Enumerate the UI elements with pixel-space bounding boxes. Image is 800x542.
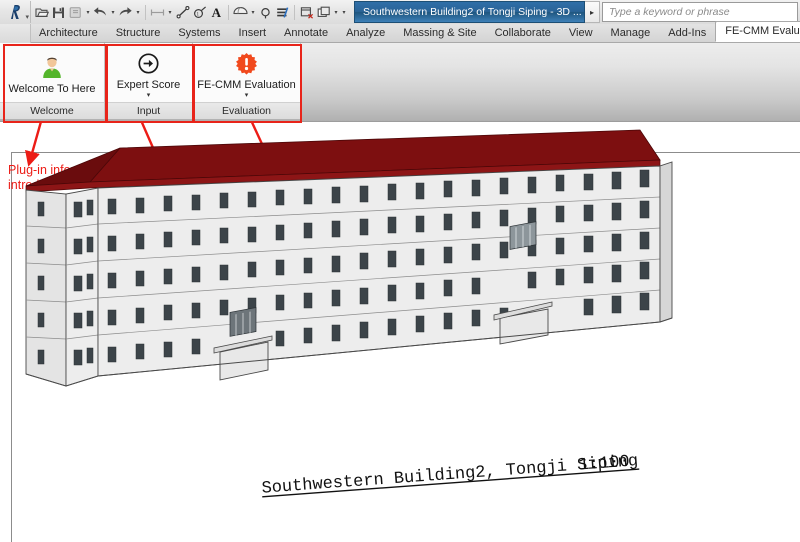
text-icon[interactable]: A [208,2,225,22]
switch-windows-dropdown-caret[interactable]: ▾ [332,2,340,22]
ribbon-panel-welcome-body: Welcome To Here [0,43,104,102]
qat-separator-1 [145,5,146,20]
ribbon-panel-title-evaluation: Evaluation [193,102,300,119]
undo-dropdown-caret[interactable]: ▾ [109,2,117,22]
ribbon-tab-bar: Architecture Structure Systems Insert An… [0,24,800,43]
save-icon[interactable] [50,2,67,22]
revit-application-window: ▾ ▾ ▾ ▾ [0,0,800,542]
aligned-dimension-icon[interactable] [174,2,191,22]
ribbon-panel-evaluation: FE-CMM Evaluation ▾ Evaluation [193,43,301,119]
west-facade [26,190,66,386]
tab-fe-cmm-evaluation[interactable]: FE-CMM Evaluation [715,21,800,42]
expert-score-button[interactable]: Expert Score ▾ [111,48,187,99]
measure-dropdown-caret[interactable]: ▾ [166,2,174,22]
drawing-canvas[interactable]: Plug-in information introduction Modifie… [0,122,800,542]
welcome-to-here-label: Welcome To Here [8,83,95,95]
southwestern-building2-3d-model[interactable]: Southwestern Building2, Tongji Siping 1:… [0,122,800,542]
undo-icon[interactable] [92,2,109,22]
qat-separator-2 [228,5,229,20]
section-icon[interactable] [257,2,274,22]
logo-dropdown-caret[interactable]: ▾ [25,14,29,21]
fe-cmm-evaluation-button[interactable]: FE-CMM Evaluation ▾ [191,48,301,99]
svg-text:A: A [212,6,222,19]
ribbon-panels: Welcome To Here Welcome [0,43,800,121]
tab-massing-and-site[interactable]: Massing & Site [394,24,485,42]
tab-annotate[interactable]: Annotate [275,24,337,42]
redo-icon[interactable] [117,2,134,22]
fe-cmm-evaluation-label: FE-CMM Evaluation [197,79,295,91]
fe-cmm-evaluation-dropdown-caret[interactable]: ▾ [245,92,249,99]
title-bar: ▾ ▾ ▾ ▾ [0,0,800,25]
qat-overflow-caret[interactable]: ▾ [340,2,348,22]
tab-add-ins[interactable]: Add-Ins [659,24,715,42]
measure-icon[interactable] [149,2,166,22]
expert-score-label: Expert Score [117,79,181,91]
arrow-in-circle-icon [137,50,160,76]
tag-icon[interactable]: 1 [191,2,208,22]
redo-dropdown-caret[interactable]: ▾ [134,2,142,22]
revit-logo[interactable]: ▾ [0,1,30,24]
default-3d-view-icon[interactable] [232,2,249,22]
tab-systems[interactable]: Systems [169,24,229,42]
quick-access-toolbar: ▾ ▾ ▾ ▾ 1 [30,1,350,23]
tab-collaborate[interactable]: Collaborate [486,24,560,42]
tab-architecture[interactable]: Architecture [30,24,107,42]
alert-starburst-icon [235,50,258,76]
welcome-to-here-button[interactable]: Welcome To Here [2,52,101,95]
ribbon-panel-input: Expert Score ▾ Input [105,43,193,119]
qat-separator-3 [294,5,295,20]
tab-analyze[interactable]: Analyze [337,24,394,42]
ribbon: Welcome To Here Welcome [0,43,800,122]
tab-view[interactable]: View [560,24,602,42]
ribbon-panel-evaluation-body: FE-CMM Evaluation ▾ [193,43,300,102]
ribbon-panel-title-welcome: Welcome [0,102,104,119]
tab-insert[interactable]: Insert [230,24,276,42]
thin-lines-icon[interactable] [274,2,291,22]
ribbon-panel-welcome: Welcome To Here Welcome [0,43,105,119]
user-avatar-icon [40,54,64,80]
save-as-icon[interactable] [67,2,84,22]
tab-manage[interactable]: Manage [602,24,660,42]
ribbon-panel-title-input: Input [105,102,192,119]
switch-windows-icon[interactable] [315,2,332,22]
tab-structure[interactable]: Structure [107,24,170,42]
view-title-group: Southwestern Building2, Tongji Siping 1:… [261,452,639,499]
close-hidden-windows-icon[interactable] [298,2,315,22]
south-facade [98,166,660,380]
document-next-button[interactable]: ▸ [585,1,600,23]
chamfer-facade [66,188,98,386]
open-icon[interactable] [33,2,50,22]
tabrow-logo-gap [0,24,31,43]
search-input[interactable]: Type a keyword or phrase [602,2,798,22]
svg-text:1: 1 [196,11,199,17]
save-as-dropdown-caret[interactable]: ▾ [84,2,92,22]
document-title[interactable]: Southwestern Building2 of Tongji Siping … [354,1,585,23]
ribbon-panel-input-body: Expert Score ▾ [105,43,192,102]
east-facade [660,162,672,322]
expert-score-dropdown-caret[interactable]: ▾ [147,92,151,99]
view3d-dropdown-caret[interactable]: ▾ [249,2,257,22]
